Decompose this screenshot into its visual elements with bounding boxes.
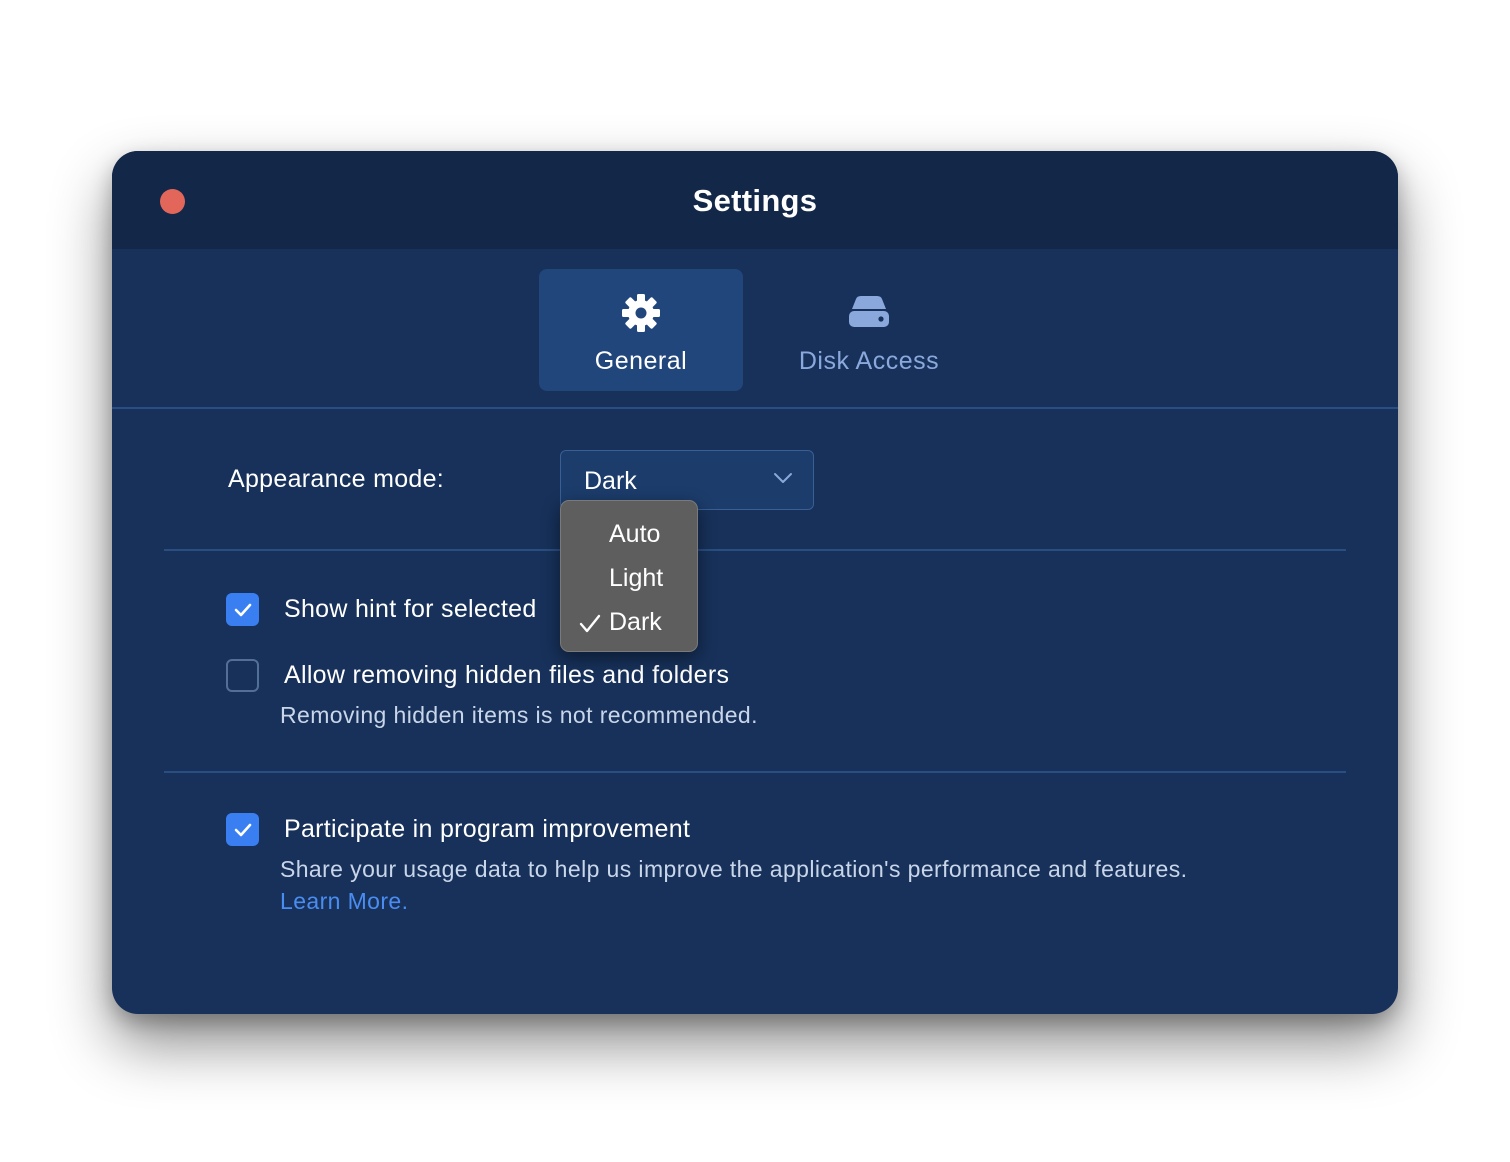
settings-window: Settings General Disk Access Appearance … (112, 151, 1398, 1014)
menu-item-light[interactable]: Light (561, 558, 697, 598)
appearance-mode-label: Appearance mode: (228, 465, 445, 493)
menu-item-label: Auto (609, 520, 661, 548)
show-hint-label: Show hint for selected (284, 595, 537, 623)
checkmark-icon (234, 603, 251, 616)
appearance-dropdown-menu: Auto Light Dark (560, 500, 698, 652)
checkmark-icon (579, 612, 601, 641)
show-hint-checkbox[interactable] (226, 593, 259, 626)
improvement-checkbox[interactable] (226, 813, 259, 846)
tab-disk-access-label: Disk Access (798, 347, 940, 375)
gear-icon (619, 291, 663, 335)
allow-hidden-description: Removing hidden items is not recommended… (280, 702, 758, 728)
improvement-label: Participate in program improvement (284, 815, 691, 843)
window-title: Settings (692, 183, 818, 218)
disk-icon (847, 291, 891, 335)
tab-general-label: General (594, 347, 688, 375)
appearance-mode-value: Dark (584, 467, 637, 495)
tab-disk-access[interactable]: Disk Access (767, 269, 971, 391)
tab-general[interactable]: General (539, 269, 743, 391)
menu-item-dark[interactable]: Dark (561, 602, 697, 642)
divider (164, 549, 1346, 551)
title-bar: Settings (112, 151, 1398, 249)
allow-hidden-checkbox[interactable] (226, 659, 259, 692)
menu-item-auto[interactable]: Auto (561, 514, 697, 554)
divider (164, 771, 1346, 773)
checkmark-icon (234, 823, 251, 836)
menu-item-label: Light (609, 564, 664, 592)
improvement-description: Share your usage data to help us improve… (280, 856, 1188, 882)
chevron-down-icon (773, 471, 793, 489)
tab-toolbar: General Disk Access (112, 249, 1398, 409)
allow-hidden-label: Allow removing hidden files and folders (284, 661, 730, 689)
menu-item-label: Dark (609, 608, 662, 636)
learn-more-link[interactable]: Learn More. (280, 888, 408, 915)
